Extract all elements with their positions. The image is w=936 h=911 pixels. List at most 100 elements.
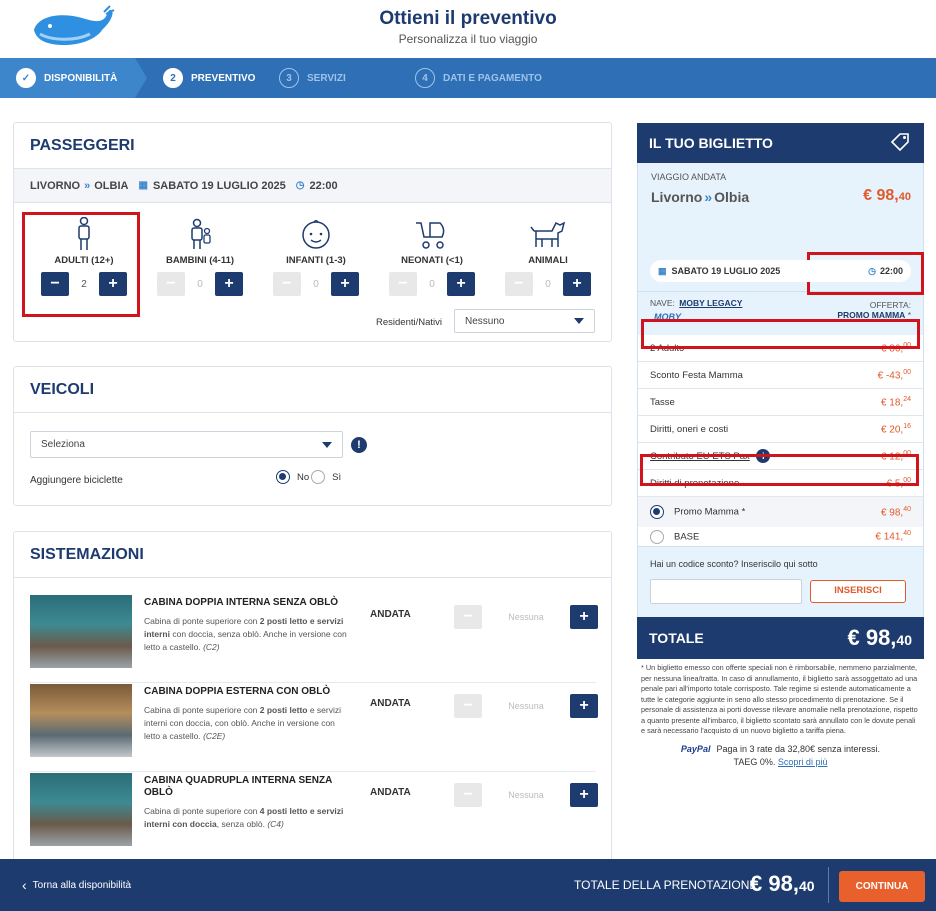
insert-button[interactable]: INSERISCI <box>810 580 906 603</box>
total-price: € 98,40 <box>847 625 912 650</box>
minus-button[interactable]: − <box>454 783 482 807</box>
child-icon <box>142 217 258 253</box>
pax-count: 0 <box>313 278 319 290</box>
plus-button[interactable]: + <box>215 272 243 296</box>
trip-route: Livorno» Olbia <box>651 189 750 205</box>
fare-radio[interactable] <box>650 529 664 544</box>
minus-button[interactable]: − <box>454 694 482 718</box>
cabin-count: Nessuna <box>508 701 544 711</box>
bikes-label: Aggiungere biciclette <box>30 475 123 486</box>
ship-info: NAVE: MOBY LEGACY <box>650 298 743 308</box>
plus-button[interactable]: + <box>570 694 598 718</box>
footer-divider <box>828 867 829 903</box>
ticket-trip: VIAGGIO ANDATA Livorno» Olbia € 98,40 ▦ SA… <box>637 163 924 282</box>
cabin-title: CABINA DOPPIA ESTERNA CON OBLÒ <box>144 686 331 697</box>
residents-value: Nessuno <box>465 315 505 327</box>
price-line: Sconto Festa Mamma € -43,00 <box>638 362 923 389</box>
total-label: TOTALE <box>649 630 704 646</box>
learn-more-link[interactable]: Scopri di più <box>778 757 828 767</box>
fare-option[interactable]: Promo Mamma * € 98,40 <box>638 497 923 527</box>
page-subtitle: Personalizza il tuo viaggio <box>398 32 538 46</box>
bikes-no-radio[interactable] <box>276 470 290 484</box>
whale-logo-icon[interactable] <box>30 4 116 53</box>
step-label: PREVENTIVO <box>191 72 256 84</box>
plus-button[interactable]: + <box>570 783 598 807</box>
vehicle-select[interactable]: Seleziona <box>30 431 343 458</box>
pax-count: 0 <box>545 278 551 290</box>
step-disponibilita[interactable]: ✓ DISPONIBILITÀ <box>0 58 147 98</box>
price-line: Diritti, oneri e costi € 20,16 <box>638 416 923 443</box>
passengers-title: PASSEGGERI <box>14 123 611 169</box>
cabin-count: Nessuna <box>508 612 544 622</box>
pax-children: BAMBINI (4-11) − 0 + <box>142 217 258 296</box>
highlight-fare <box>640 454 919 486</box>
calendar-icon: ▦ <box>658 265 667 276</box>
accommodations-title: SISTEMAZIONI <box>14 532 611 578</box>
accommodations-card: SISTEMAZIONI CABINA DOPPIA INTERNA SENZA… <box>13 531 612 861</box>
stroller-icon <box>374 217 490 253</box>
cabin-title: CABINA QUADRUPLA INTERNA SENZA OBLÒ <box>144 775 332 798</box>
minus-button[interactable]: − <box>273 272 301 296</box>
check-icon: ✓ <box>16 68 36 88</box>
clock-icon: ◷ <box>868 265 876 276</box>
route-time: 22:00 <box>309 179 338 192</box>
minus-button[interactable]: − <box>505 272 533 296</box>
ticket-summary: IL TUO BIGLIETTO VIAGGIO ANDATA Livorno»… <box>637 123 924 769</box>
promo-code-input[interactable] <box>650 579 802 604</box>
info-icon[interactable]: ! <box>351 437 367 453</box>
cabin-direction: ANDATA <box>370 787 411 798</box>
trip-datetime: ▦ SABATO 19 LUGLIO 2025 ◷ 22:00 <box>650 260 911 282</box>
plus-button[interactable]: + <box>447 272 475 296</box>
continue-button[interactable]: CONTINUA <box>839 871 925 902</box>
step-number: 2 <box>163 68 183 88</box>
pax-count: 0 <box>197 278 203 290</box>
minus-button[interactable]: − <box>389 272 417 296</box>
ticket-header: IL TUO BIGLIETTO <box>637 123 924 163</box>
trip-label: VIAGGIO ANDATA <box>651 172 727 182</box>
calendar-icon: ▦ <box>138 180 148 191</box>
chevron-left-icon: ‹ <box>22 877 27 893</box>
page-title: Ottieni il preventivo <box>379 8 557 29</box>
bikes-yes-radio[interactable] <box>311 470 326 484</box>
page-header: Ottieni il preventivo Personalizza il tu… <box>0 0 936 58</box>
minus-button[interactable]: − <box>454 605 482 629</box>
footer-total-price: € 98,40 <box>750 871 815 896</box>
plus-button[interactable]: + <box>563 272 591 296</box>
plus-button[interactable]: + <box>331 272 359 296</box>
double-chevron-icon: » <box>84 179 91 192</box>
plus-button[interactable]: + <box>570 605 598 629</box>
baby-face-icon <box>258 217 374 253</box>
residents-select[interactable]: Nessuno <box>454 309 595 333</box>
ship-name-link[interactable]: MOBY LEGACY <box>679 298 742 308</box>
minus-button[interactable]: − <box>157 272 185 296</box>
ticket-title: IL TUO BIGLIETTO <box>649 135 773 151</box>
bikes-radio-group: No Sì <box>276 470 341 484</box>
cabin-description: Cabina di ponte superiore con 4 posti le… <box>144 806 344 829</box>
highlight-adults <box>22 212 140 317</box>
route-to: OLBIA <box>94 179 129 192</box>
promo-code-section: Hai un codice sconto? Inseriscilo qui so… <box>637 547 924 617</box>
fare-option[interactable]: BASE € 141,40 <box>638 527 923 547</box>
step-label: DISPONIBILITÀ <box>44 72 118 84</box>
cabin-title: CABINA DOPPIA INTERNA SENZA OBLÒ <box>144 597 339 608</box>
cabin-photo <box>30 595 132 668</box>
step-preventivo: 2 PREVENTIVO <box>135 58 277 98</box>
step-servizi: 3 SERVIZI <box>265 58 409 98</box>
step-label: DATI E PAGAMENTO <box>443 72 542 84</box>
cabin-photo <box>30 684 132 757</box>
offer-info: OFFERTA: PROMO MAMMA * <box>837 300 911 320</box>
dog-icon <box>490 217 606 253</box>
cabin-description: Cabina di ponte superiore con 2 posti le… <box>144 705 342 741</box>
highlight-discount <box>641 319 920 349</box>
pax-label: INFANTI (1-3) <box>286 255 346 266</box>
cabin-item: CABINA QUADRUPLA INTERNA SENZA OBLÒ Cabi… <box>30 773 598 861</box>
fare-radio[interactable] <box>650 505 664 519</box>
disclaimer: * Un biglietto emesso con offerte specia… <box>641 663 918 735</box>
back-link[interactable]: ‹ Torna alla disponibilità <box>22 877 131 893</box>
pax-infants: INFANTI (1-3) − 0 + <box>258 217 374 296</box>
vehicles-card: VEICOLI Seleziona ! Aggiungere biciclett… <box>13 366 612 506</box>
cabin-direction: ANDATA <box>370 609 411 620</box>
clock-icon: ◷ <box>295 180 305 191</box>
cabin-direction: ANDATA <box>370 698 411 709</box>
route-from: LIVORNO <box>30 179 81 192</box>
